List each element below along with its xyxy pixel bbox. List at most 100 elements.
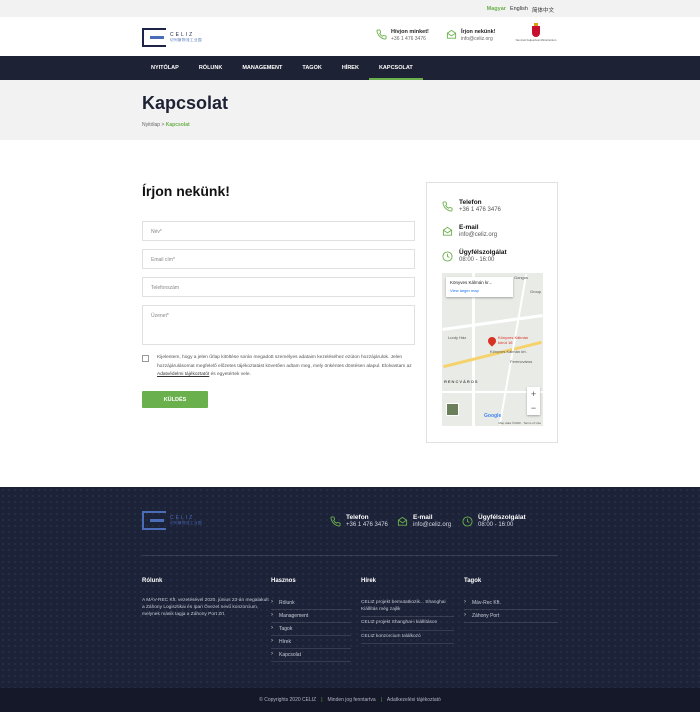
email-input[interactable]: Email cím* — [142, 249, 415, 269]
site-header: CELIZ 切列斯物流工业园 Hívjon minket! +36 1 476 … — [0, 17, 700, 56]
footer-useful: Hasznos Rólunk Management Tagok Hírek Ka… — [271, 578, 351, 662]
message-textarea[interactable]: Üzenet* — [142, 305, 415, 345]
logo-subtext: 切列斯物流工业园 — [170, 37, 202, 42]
card-service: Ügyfélszolgálat 08:00 - 16:00 — [442, 249, 507, 263]
footer-email-value: info@celiz.org — [413, 522, 452, 528]
header-call-title: Hívjon minket! — [391, 29, 429, 35]
zoom-in-button[interactable]: + — [531, 389, 536, 399]
footer-news-item[interactable]: CELIZ projekt bemutatkozik... Shanghai K… — [361, 597, 454, 617]
logo-mark-icon — [142, 511, 166, 530]
map-info-popup: Könyves Kálmán kr... View larger map — [446, 277, 513, 297]
footer-service-value: 08:00 - 16:00 — [478, 522, 514, 528]
footer-divider — [142, 555, 558, 556]
map-district-label: RENCVÁROS — [444, 379, 479, 384]
copyright-text: © Copyrights 2020 CELIZ — [259, 697, 317, 703]
privacy-policy-link[interactable]: Adatvédelmi tájékoztatót — [157, 372, 209, 377]
footer-email: E-mail info@celiz.org — [397, 514, 451, 528]
site-logo[interactable]: CELIZ 切列斯物流工业园 — [142, 27, 212, 47]
consent-text: Kijelentem, hogy a jelen űrlap kitöltése… — [157, 355, 412, 377]
header-write-title: Írjon nekünk! — [461, 29, 496, 35]
footer-about-title: Rólunk — [142, 578, 163, 584]
header-write-value: info@celiz.org — [461, 36, 493, 42]
clock-icon — [442, 251, 453, 262]
map-place-label: Könyves Kálmán körút 16 — [498, 335, 529, 345]
mail-icon — [397, 516, 408, 526]
card-phone-title: Telefon — [459, 199, 482, 206]
footer-link-zahony-port[interactable]: Záhony Port — [464, 610, 558, 623]
footer-phone-value: +36 1 476 3476 — [346, 522, 388, 528]
phone-icon — [442, 201, 453, 212]
clock-icon — [462, 516, 473, 527]
footer-link-members[interactable]: Tagok — [271, 623, 351, 636]
card-email-title: E-mail — [459, 224, 479, 231]
card-phone-value: +36 1 476 3476 — [459, 207, 501, 213]
footer-link-mavrec[interactable]: Máv-Rec Kft. — [464, 597, 558, 610]
map-pin-icon[interactable] — [486, 335, 498, 347]
privacy-link[interactable]: Adatkezelési tájékoztató — [387, 697, 441, 703]
nav-item-news[interactable]: HÍREK — [332, 56, 369, 80]
card-email-value: info@celiz.org — [459, 232, 498, 238]
copyright-bar: © Copyrights 2020 CELIZ | Minden jog fen… — [0, 688, 700, 712]
lang-zh-link[interactable]: 简体中文 — [532, 6, 554, 14]
page-title: Kapcsolat — [142, 93, 229, 113]
government-logo: Nemzeti Fejlesztési Minisztérium — [512, 23, 560, 48]
phone-icon — [376, 29, 387, 40]
phone-input[interactable]: Telefonszám — [142, 277, 415, 297]
footer-link-about[interactable]: Rólunk — [271, 597, 351, 610]
footer-link-contact[interactable]: Kapcsolat — [271, 649, 351, 662]
footer-news-item[interactable]: CELIZ projekt Shanghai-i kiállításon — [361, 617, 454, 631]
zoom-out-button[interactable]: − — [531, 403, 536, 413]
map-label: Group — [530, 289, 542, 294]
footer-phone: Telefon +36 1 476 3476 — [330, 514, 388, 528]
separator: | — [380, 697, 382, 703]
google-logo: Google — [484, 413, 502, 419]
page-banner: Kapcsolat Nyitólap > Kapcsolat — [0, 80, 700, 140]
footer-link-news[interactable]: Hírek — [271, 636, 351, 649]
nav-item-home[interactable]: NYITÓLAP — [141, 56, 189, 80]
lang-en-link[interactable]: English — [510, 6, 528, 14]
footer-service: Ügyfélszolgálat 08:00 - 16:00 — [462, 514, 526, 528]
nav-item-contact[interactable]: KAPCSOLAT — [368, 56, 423, 80]
submit-button[interactable]: KÜLDÉS — [142, 391, 208, 408]
footer-members: Tagok Máv-Rec Kft. Záhony Port — [464, 578, 558, 623]
lang-hu-link[interactable]: Magyar — [487, 6, 506, 14]
footer-logo[interactable]: CELIZ 切列斯物流工业园 — [142, 511, 202, 530]
language-bar: Magyar English 简体中文 — [0, 0, 700, 17]
government-logo-text: Nemzeti Fejlesztési Minisztérium — [515, 38, 557, 42]
footer-about-text: A MÁV-REC Kft. vezetésével 2020. június … — [142, 598, 269, 617]
footer-about: Rólunk A MÁV-REC Kft. vezetésével 2020. … — [142, 578, 270, 618]
map-road — [442, 313, 543, 332]
embedded-map[interactable]: Gongos Group Lurdy Ház Ferencváros Könyv… — [442, 273, 543, 426]
map-label: Lurdy Ház — [448, 335, 467, 340]
footer-email-title: E-mail — [413, 514, 433, 521]
coat-of-arms-icon — [532, 23, 540, 37]
footer-news: Hírek CELIZ projekt bemutatkozik... Shan… — [361, 578, 454, 644]
view-larger-map-link[interactable]: View larger map — [450, 288, 509, 293]
header-call[interactable]: Hívjon minket! +36 1 476 3476 — [376, 29, 429, 42]
footer-phone-title: Telefon — [346, 514, 369, 521]
footer-service-title: Ügyfélszolgálat — [478, 514, 526, 521]
site-footer: CELIZ 切列斯物流工业园 Telefon +36 1 476 3476 E-… — [0, 487, 700, 688]
logo-mark-icon — [142, 27, 166, 47]
header-write[interactable]: Írjon nekünk! info@celiz.org — [446, 29, 496, 42]
map-terms[interactable]: Map data ©2020 · Terms of Use — [498, 421, 541, 425]
name-input[interactable]: Név* — [142, 221, 415, 241]
phone-icon — [330, 516, 341, 527]
consent-checkbox[interactable] — [142, 355, 149, 362]
consent-row: Kijelentem, hogy a jelen űrlap kitöltése… — [142, 354, 415, 380]
footer-members-title: Tagok — [464, 578, 482, 584]
card-service-title: Ügyfélszolgálat — [459, 249, 507, 256]
separator: | — [321, 697, 323, 703]
footer-news-title: Hírek — [361, 578, 377, 584]
footer-link-management[interactable]: Management — [271, 610, 351, 623]
satellite-toggle[interactable] — [446, 403, 459, 416]
map-label: Könyves Kálmán krt. — [490, 349, 527, 354]
nav-item-management[interactable]: MANAGEMENT — [232, 56, 292, 80]
nav-item-about[interactable]: RÓLUNK — [189, 56, 233, 80]
nav-item-members[interactable]: TAGOK — [292, 56, 331, 80]
card-service-value: 08:00 - 16:00 — [459, 257, 495, 263]
breadcrumb-home-link[interactable]: Nyitólap — [142, 122, 160, 128]
mail-icon — [446, 29, 457, 39]
footer-news-item[interactable]: CELIZ konzorcium találkozó — [361, 631, 454, 644]
rights-text: Minden jog fenntartva — [327, 697, 376, 703]
